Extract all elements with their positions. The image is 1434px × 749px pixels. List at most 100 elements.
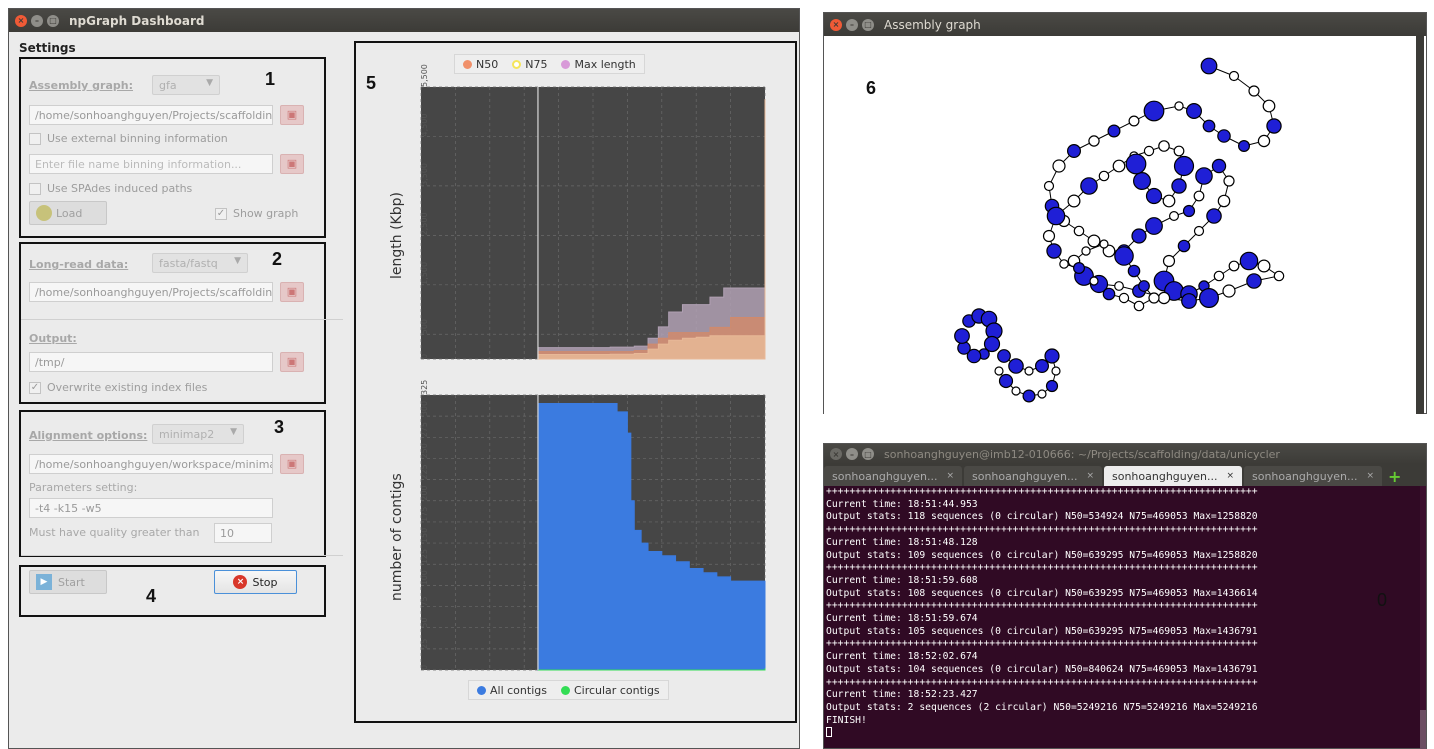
graph-node[interactable] [1273,270,1285,282]
graph-node[interactable] [998,373,1014,389]
graph-node[interactable] [1193,225,1205,237]
maximize-icon[interactable]: □ [862,448,874,460]
graph-node[interactable] [1157,291,1171,305]
minimize-icon[interactable]: – [31,14,43,27]
graph-node[interactable] [1098,170,1110,182]
graph-node[interactable] [994,366,1004,376]
graph-node[interactable] [1046,243,1062,259]
terminal-scrollbar[interactable] [1420,486,1426,749]
use-binning-checkbox[interactable]: Use external binning information [29,132,228,145]
graph-node[interactable] [1181,293,1197,309]
close-icon[interactable]: × [15,14,27,27]
graph-node[interactable] [1162,194,1176,208]
graph-node[interactable] [1011,386,1021,396]
aligner-select[interactable]: minimap2 ▼ [152,424,244,444]
graph-node[interactable] [1257,134,1271,148]
graph-node[interactable] [1173,155,1195,177]
terminal-prompt[interactable] [826,727,1426,740]
graph-node[interactable] [1257,259,1271,273]
graph-node[interactable] [1217,129,1231,143]
graph-node[interactable] [1173,145,1185,157]
longread-format-select[interactable]: fasta/fastq ▼ [152,253,248,273]
graph-node[interactable] [1206,208,1222,224]
quality-input[interactable]: 10 [214,523,272,543]
stop-button[interactable]: × Stop [214,570,297,594]
params-input[interactable]: -t4 -k15 -w5 [29,498,273,518]
output-path-input[interactable]: /tmp/ [29,352,273,372]
graph-node[interactable] [1128,115,1140,127]
terminal-output[interactable]: ++++++++++++++++++++++++++++++++++++++++… [824,486,1426,740]
graph-node[interactable] [1037,389,1047,399]
graph-node[interactable] [1127,264,1141,278]
graph-node[interactable] [1262,99,1276,113]
graph-node[interactable] [1169,211,1180,222]
assembly-format-select[interactable]: gfa ▼ [152,75,220,95]
graph-node[interactable] [1059,259,1069,269]
binning-file-input[interactable]: Enter file name binning information... [29,154,273,174]
terminal-tab[interactable]: sonhoanghguyen... × [824,466,962,486]
graph-node[interactable] [1052,159,1066,173]
graph-node[interactable] [1202,119,1216,133]
browse-longread-button[interactable]: ▣ [280,282,304,302]
graph-node[interactable] [1114,281,1124,291]
graph-node[interactable] [1174,101,1184,111]
graph-node[interactable] [1171,178,1187,194]
graph-node[interactable] [1107,124,1121,138]
graph-node[interactable] [1248,85,1260,97]
maximize-icon[interactable]: □ [47,14,59,27]
graph-node[interactable] [1228,70,1240,82]
graph-node[interactable] [1046,206,1066,226]
close-icon[interactable]: × [830,18,842,31]
graph-node[interactable] [1043,180,1055,192]
graph-node[interactable] [1228,260,1240,272]
graph-node[interactable] [1133,172,1152,191]
graph-node[interactable] [1045,379,1059,393]
new-tab-icon[interactable]: + [1388,467,1401,486]
graph-node[interactable] [1199,288,1220,309]
aligner-path-input[interactable]: /home/sonhoanghguyen/workspace/minima [29,454,273,474]
graph-node[interactable] [1099,239,1109,249]
browse-folder-button[interactable]: ▣ [280,105,304,125]
browse-output-button[interactable]: ▣ [280,352,304,372]
graph-node[interactable] [1089,276,1099,286]
graph-node[interactable] [1114,246,1134,266]
terminal-tab-active[interactable]: sonhoanghguyen... × [1104,466,1242,486]
graph-node[interactable] [1186,102,1203,119]
graph-node[interactable] [1131,228,1147,244]
browse-aligner-button[interactable]: ▣ [280,454,304,474]
graph-node[interactable] [1112,159,1126,173]
graph-node[interactable] [1073,225,1085,237]
graph-node[interactable] [1133,300,1145,312]
graph-node[interactable] [1213,270,1225,282]
minimize-icon[interactable]: – [846,448,858,460]
close-icon[interactable]: × [1226,471,1234,481]
graph-node[interactable] [1042,229,1056,243]
graph-node[interactable] [1200,57,1218,75]
graph-node[interactable] [1073,262,1086,275]
overwrite-checkbox[interactable]: ✓ Overwrite existing index files [29,381,207,394]
graph-node[interactable] [1138,280,1150,292]
graph-node[interactable] [1118,292,1130,304]
graph-node[interactable] [1088,135,1100,147]
graph-node[interactable] [1195,167,1213,185]
graph-node[interactable] [1246,273,1262,289]
graph-node[interactable] [1051,366,1061,376]
graph-node[interactable] [997,349,1011,363]
close-icon[interactable]: × [830,448,842,460]
graph-node[interactable] [1182,204,1196,218]
graph-node[interactable] [1143,145,1155,157]
graph-node[interactable] [1193,190,1205,202]
graph-node[interactable] [1022,389,1036,403]
use-spades-checkbox[interactable]: Use SPAdes induced paths [29,182,192,195]
graph-node[interactable] [1008,358,1024,374]
graph-node[interactable] [1266,118,1282,134]
graph-node[interactable] [1102,287,1116,301]
close-icon[interactable]: × [946,471,954,481]
legend-item[interactable]: All contigs [477,684,547,697]
start-button[interactable]: ▶ Start [29,570,107,594]
graph-node[interactable] [1035,359,1050,374]
graph-node[interactable] [1222,284,1236,298]
graph-node[interactable] [954,328,970,344]
browse-binning-button[interactable]: ▣ [280,154,304,174]
graph-node[interactable] [1024,366,1034,376]
